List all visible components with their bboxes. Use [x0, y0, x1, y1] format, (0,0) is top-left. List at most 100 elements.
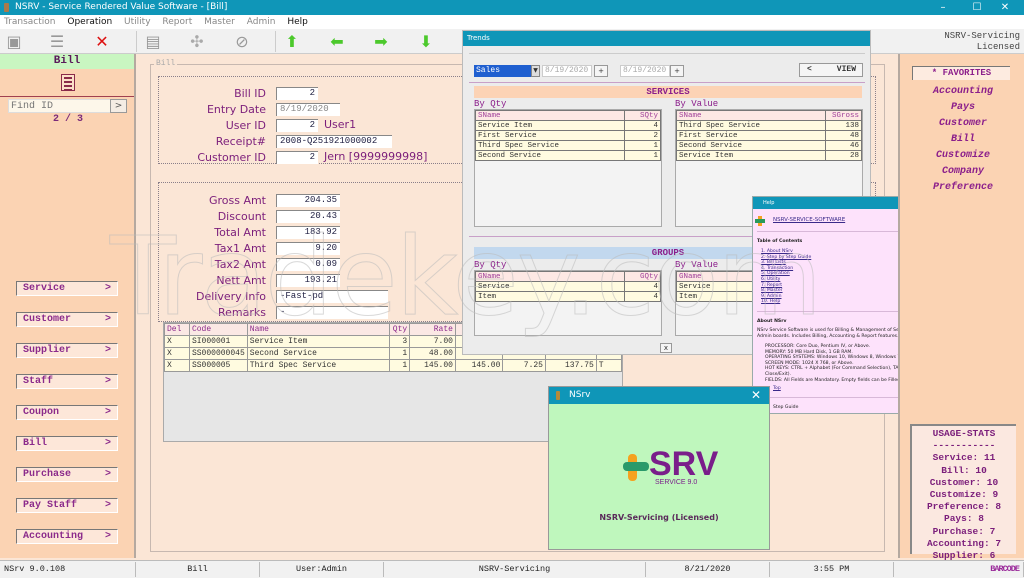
- services-qty-table[interactable]: SName SQty Service Item 4 First Service 2 T…: [474, 109, 662, 227]
- bill-id-field[interactable]: 2: [276, 87, 318, 100]
- favorite-company[interactable]: Company: [900, 166, 1024, 177]
- splash-close-button[interactable]: ✕: [751, 387, 761, 404]
- cell-qty[interactable]: 3: [389, 335, 411, 348]
- tax1-amt-field[interactable]: 9.20: [276, 242, 340, 255]
- table-row[interactable]: Service Item 4: [475, 120, 661, 131]
- trends-title-bar[interactable]: Trends: [463, 31, 870, 46]
- menu-operation[interactable]: Operation: [67, 17, 112, 27]
- cell-del[interactable]: X: [164, 347, 190, 360]
- nav-supplier[interactable]: Supplier >: [16, 343, 118, 358]
- table-row[interactable]: X SS000005 Third Spec Service 1 145.00 1…: [164, 359, 623, 372]
- delete-icon[interactable]: ✕: [91, 32, 113, 52]
- close-button[interactable]: ✕: [992, 0, 1018, 15]
- from-date-field[interactable]: 8/19/2020: [542, 65, 592, 77]
- minimize-button[interactable]: –: [930, 0, 956, 15]
- cell-amount[interactable]: 145.00: [454, 359, 504, 372]
- cell-discount[interactable]: 7.25: [502, 359, 546, 372]
- receipt-field[interactable]: 2008-Q251921000002: [276, 135, 392, 148]
- cell-code[interactable]: SS000000045: [188, 347, 248, 360]
- nav-coupon[interactable]: Coupon >: [16, 405, 118, 420]
- col-qty[interactable]: Qty: [389, 323, 411, 336]
- user-id-field[interactable]: 2: [276, 119, 318, 132]
- cell-rate[interactable]: 7.00: [409, 335, 456, 348]
- cell-name[interactable]: Third Spec Service: [246, 359, 391, 372]
- col-sqty[interactable]: SQty: [624, 110, 661, 121]
- list-icon[interactable]: ☰: [46, 32, 68, 52]
- entry-date-field[interactable]: 8/19/2020: [276, 103, 340, 116]
- favorite-accounting[interactable]: Accounting: [900, 86, 1024, 97]
- view-button[interactable]: < VIEW: [799, 63, 863, 77]
- maximize-button[interactable]: ☐: [964, 0, 990, 15]
- first-record-icon[interactable]: ⬆: [281, 32, 303, 52]
- nav-staff[interactable]: Staff >: [16, 374, 118, 389]
- toc-item[interactable]: 10. Help: [761, 299, 811, 305]
- save-icon[interactable]: ▤: [142, 32, 164, 52]
- cell-tax[interactable]: T: [595, 359, 623, 372]
- nav-customer[interactable]: Customer >: [16, 312, 118, 327]
- menu-master[interactable]: Master: [204, 17, 235, 27]
- gross-amt-field[interactable]: 204.35: [276, 194, 340, 207]
- table-row[interactable]: Service 4: [475, 281, 661, 292]
- table-row[interactable]: Item 4: [475, 291, 661, 302]
- cell-qty[interactable]: 1: [389, 347, 411, 360]
- menu-admin[interactable]: Admin: [247, 17, 276, 27]
- next-record-icon[interactable]: ➡: [370, 32, 392, 52]
- table-row[interactable]: Third Spec Service 138: [676, 120, 862, 131]
- table-row[interactable]: Second Service 1: [475, 150, 661, 161]
- splash-title-bar[interactable]: NSrv ✕: [549, 387, 769, 404]
- discount-field[interactable]: 20.43: [276, 210, 340, 223]
- col-code[interactable]: Code: [188, 323, 248, 336]
- table-row[interactable]: First Service 48: [676, 130, 862, 141]
- menu-utility[interactable]: Utility: [124, 17, 150, 27]
- col-del[interactable]: Del: [164, 323, 190, 336]
- cell-code[interactable]: SS000005: [188, 359, 248, 372]
- from-date-button[interactable]: +: [594, 65, 608, 77]
- favorite-customize[interactable]: Customize: [900, 150, 1024, 161]
- trends-close-button[interactable]: x: [660, 343, 672, 353]
- col-name[interactable]: Name: [246, 323, 391, 336]
- new-record-icon[interactable]: ▣: [3, 32, 25, 52]
- col-sname[interactable]: SName: [475, 110, 625, 121]
- tax2-amt-field[interactable]: 0.09: [276, 258, 340, 271]
- cell-code[interactable]: SI000001: [188, 335, 248, 348]
- col-rate[interactable]: Rate: [409, 323, 456, 336]
- cancel-icon[interactable]: ⊘: [231, 32, 253, 52]
- top-link[interactable]: Top: [773, 386, 781, 392]
- cell-name[interactable]: Second Service: [246, 347, 391, 360]
- nett-amt-field[interactable]: 193.21: [276, 274, 340, 287]
- nav-bill[interactable]: Bill >: [16, 436, 118, 451]
- col-gqty[interactable]: GQty: [624, 271, 661, 282]
- favorite-customer[interactable]: Customer: [900, 118, 1024, 129]
- help-heading[interactable]: NSRV-SERVICE-SOFTWARE: [773, 217, 845, 224]
- col-gname[interactable]: GName: [475, 271, 625, 282]
- col-sname[interactable]: SName: [676, 110, 826, 121]
- settings-icon[interactable]: ✣: [186, 32, 208, 52]
- cell-qty[interactable]: 1: [389, 359, 411, 372]
- dropdown-arrow-icon[interactable]: ▼: [531, 65, 540, 77]
- menu-report[interactable]: Report: [162, 17, 192, 27]
- menu-help[interactable]: Help: [287, 17, 308, 27]
- nav-purchase[interactable]: Purchase >: [16, 467, 118, 482]
- find-id-input[interactable]: [8, 99, 126, 113]
- col-sgross[interactable]: SGross: [825, 110, 862, 121]
- favorite-pays[interactable]: Pays: [900, 102, 1024, 113]
- to-date-field[interactable]: 8/19/2020: [620, 65, 670, 77]
- nav-accounting[interactable]: Accounting >: [16, 529, 118, 544]
- cell-del[interactable]: X: [164, 359, 190, 372]
- favorite-preference[interactable]: Preference: [900, 182, 1024, 193]
- cell-name[interactable]: Service Item: [246, 335, 391, 348]
- cell-del[interactable]: X: [164, 335, 190, 348]
- table-row[interactable]: Service Item 28: [676, 150, 862, 161]
- total-amt-field[interactable]: 183.92: [276, 226, 340, 239]
- cell-total[interactable]: 137.75: [544, 359, 597, 372]
- menu-transaction[interactable]: Transaction: [4, 17, 56, 27]
- favorite-bill[interactable]: Bill: [900, 134, 1024, 145]
- last-record-icon[interactable]: ⬇: [415, 32, 437, 52]
- table-row[interactable]: First Service 2: [475, 130, 661, 141]
- to-date-button[interactable]: +: [670, 65, 684, 77]
- cell-rate[interactable]: 48.00: [409, 347, 456, 360]
- cell-rate[interactable]: 145.00: [409, 359, 456, 372]
- nav-service[interactable]: Service >: [16, 281, 118, 296]
- groups-qty-table[interactable]: GName GQty Service 4 Item 4: [474, 270, 662, 336]
- table-row[interactable]: Third Spec Service 1: [475, 140, 661, 151]
